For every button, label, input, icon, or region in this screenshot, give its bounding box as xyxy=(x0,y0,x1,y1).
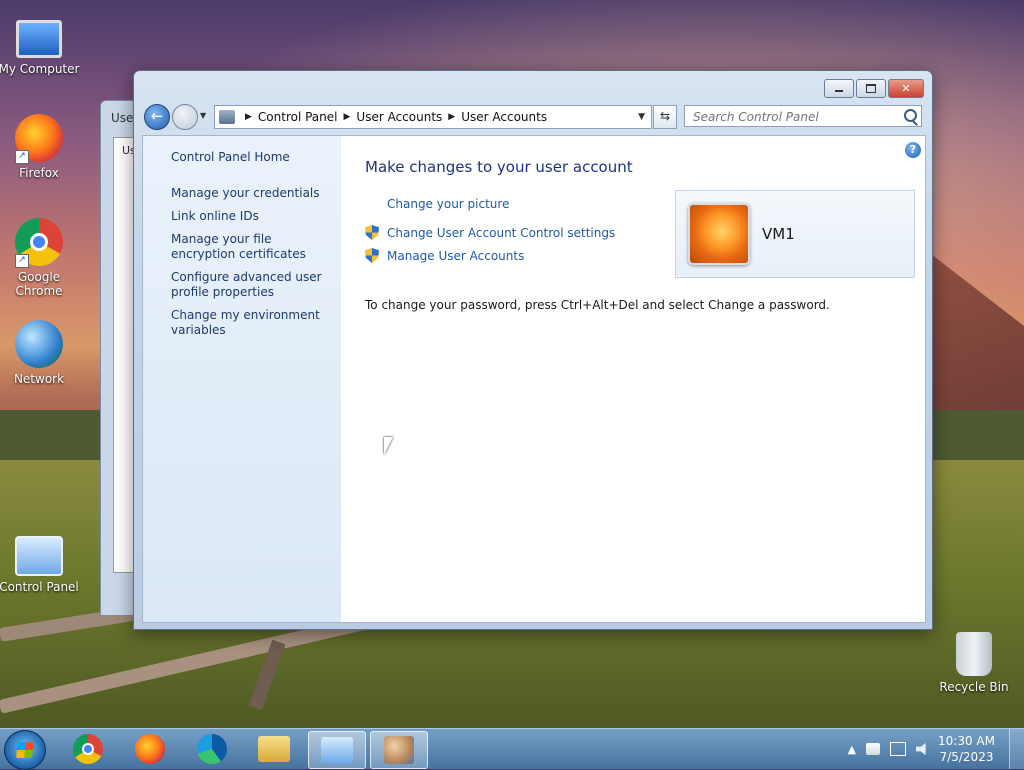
breadcrumb-separator[interactable]: ▶ xyxy=(245,112,252,122)
desktop-icon-label: Recycle Bin xyxy=(939,680,1009,694)
breadcrumb-separator[interactable]: ▶ xyxy=(448,112,455,122)
breadcrumb-control-panel[interactable]: Control Panel xyxy=(258,110,338,124)
maximize-button[interactable] xyxy=(856,79,886,98)
control-panel-icon xyxy=(321,737,353,763)
chrome-icon xyxy=(73,734,103,764)
task-manage-user-accounts[interactable]: Manage User Accounts xyxy=(365,248,524,263)
taskbar-app-explorer[interactable] xyxy=(246,731,302,767)
system-tray: ▲ 10:30 AM 7/5/2023 xyxy=(848,729,1024,769)
desktop-icon-my-computer[interactable]: My Computer xyxy=(0,14,84,76)
help-icon[interactable]: ? xyxy=(905,142,921,158)
taskbar-app-user-accounts[interactable] xyxy=(370,731,428,769)
search-icon[interactable] xyxy=(904,109,917,122)
desktop-icon-firefox[interactable]: ↗ Firefox xyxy=(0,114,84,180)
minimize-button[interactable] xyxy=(824,79,854,98)
close-button[interactable]: ✕ xyxy=(888,79,924,98)
sidebar-link-manage-credentials[interactable]: Manage your credentials xyxy=(171,186,331,201)
maximize-icon xyxy=(866,84,876,93)
recent-pages-dropdown[interactable]: ▼ xyxy=(200,111,206,120)
recycle-bin-icon xyxy=(956,632,992,676)
shortcut-arrow-icon: ↗ xyxy=(15,254,29,268)
search-box[interactable] xyxy=(684,105,922,127)
task-label: Change your picture xyxy=(387,197,510,211)
sidebar-link-control-panel-home[interactable]: Control Panel Home xyxy=(171,150,331,165)
edge-icon xyxy=(197,734,227,764)
control-panel-icon xyxy=(15,536,63,576)
password-instructions: To change your password, press Ctrl+Alt+… xyxy=(365,298,830,312)
taskbar-app-edge[interactable] xyxy=(184,731,240,767)
user-account-card: VM1 xyxy=(675,190,915,278)
breadcrumb-separator[interactable]: ▶ xyxy=(344,112,351,122)
desktop-icon-google-chrome[interactable]: ↗ Google Chrome xyxy=(0,218,84,298)
network-status-icon[interactable] xyxy=(890,742,907,756)
clock-date: 7/5/2023 xyxy=(939,750,994,764)
volume-muted-icon[interactable] xyxy=(916,743,926,755)
taskbar: ▲ 10:30 AM 7/5/2023 xyxy=(0,728,1024,770)
refresh-button[interactable]: ⇆ xyxy=(653,105,677,129)
address-bar[interactable]: ▶ Control Panel ▶ User Accounts ▶ User A… xyxy=(214,105,652,129)
task-label: Change User Account Control settings xyxy=(387,225,616,240)
breadcrumb-user-accounts[interactable]: User Accounts xyxy=(356,110,442,124)
taskbar-app-firefox[interactable] xyxy=(122,731,178,767)
show-desktop-button[interactable] xyxy=(1009,729,1024,769)
sidebar-link-file-encryption[interactable]: Manage your file encryption certificates xyxy=(171,232,331,262)
search-input[interactable] xyxy=(691,107,895,127)
desktop-icon-label: My Computer xyxy=(0,62,80,76)
main-pane: ? Make changes to your user account Chan… xyxy=(341,136,925,622)
refresh-icon: ⇆ xyxy=(659,109,671,123)
window-content: Control Panel Home Manage your credentia… xyxy=(142,135,926,623)
task-change-uac-settings[interactable]: Change User Account Control settings xyxy=(365,225,615,240)
desktop-icon-label: Google Chrome xyxy=(15,270,63,298)
address-dropdown-icon[interactable]: ▼ xyxy=(638,112,645,122)
user-name: VM1 xyxy=(762,225,795,243)
shield-icon xyxy=(365,248,379,263)
desktop-icon-label: Control Panel xyxy=(0,580,79,594)
task-label: Manage User Accounts xyxy=(387,248,525,263)
page-title: Make changes to your user account xyxy=(365,158,633,176)
chrome-icon: ↗ xyxy=(15,218,63,268)
minimize-icon xyxy=(835,89,843,92)
back-arrow-icon: ← xyxy=(150,107,164,125)
network-icon xyxy=(15,320,63,368)
task-sidebar: Control Panel Home Manage your credentia… xyxy=(143,136,341,622)
desktop-icon-network[interactable]: Network xyxy=(0,320,84,386)
system-clock[interactable]: 10:30 AM 7/5/2023 xyxy=(938,733,995,765)
mouse-cursor-icon xyxy=(384,437,393,455)
desktop-icon-recycle-bin[interactable]: Recycle Bin xyxy=(929,632,1019,694)
desktop-icon-label: Network xyxy=(13,372,65,386)
taskbar-app-control-panel[interactable] xyxy=(308,731,366,769)
user-accounts-window[interactable]: ✕ ← ▼ ▶ Control Panel ▶ User Accounts ▶ … xyxy=(133,70,933,630)
show-hidden-icons-icon[interactable]: ▲ xyxy=(848,743,856,756)
breadcrumb-user-accounts-current[interactable]: User Accounts xyxy=(461,110,547,124)
forward-button[interactable] xyxy=(172,104,198,130)
back-button[interactable]: ← xyxy=(144,104,170,130)
firefox-icon xyxy=(135,734,165,764)
sidebar-link-environment-variables[interactable]: Change my environment variables xyxy=(171,308,331,338)
navigation-bar: ← ▼ ▶ Control Panel ▶ User Accounts ▶ Us… xyxy=(142,103,924,131)
taskbar-app-google-chrome[interactable] xyxy=(60,731,116,767)
sidebar-link-link-online-ids[interactable]: Link online IDs xyxy=(171,209,331,224)
firefox-icon: ↗ xyxy=(15,114,63,164)
sidebar-link-profile-properties[interactable]: Configure advanced user profile properti… xyxy=(171,270,331,300)
folder-icon xyxy=(258,736,290,762)
close-icon: ✕ xyxy=(901,82,911,95)
window-controls: ✕ xyxy=(824,79,924,98)
start-button[interactable] xyxy=(4,730,46,770)
shield-icon xyxy=(365,225,379,240)
clock-time: 10:30 AM xyxy=(938,734,995,748)
task-change-picture[interactable]: Change your picture xyxy=(365,197,509,211)
user-accounts-icon xyxy=(384,736,414,764)
shortcut-arrow-icon: ↗ xyxy=(15,150,29,164)
computer-icon xyxy=(16,20,62,58)
user-avatar[interactable] xyxy=(688,203,750,265)
desktop-icon-label: Firefox xyxy=(19,166,59,180)
user-accounts-icon xyxy=(219,110,235,124)
action-center-flag-icon[interactable] xyxy=(866,743,881,755)
desktop-icon-control-panel[interactable]: Control Panel xyxy=(0,530,84,594)
